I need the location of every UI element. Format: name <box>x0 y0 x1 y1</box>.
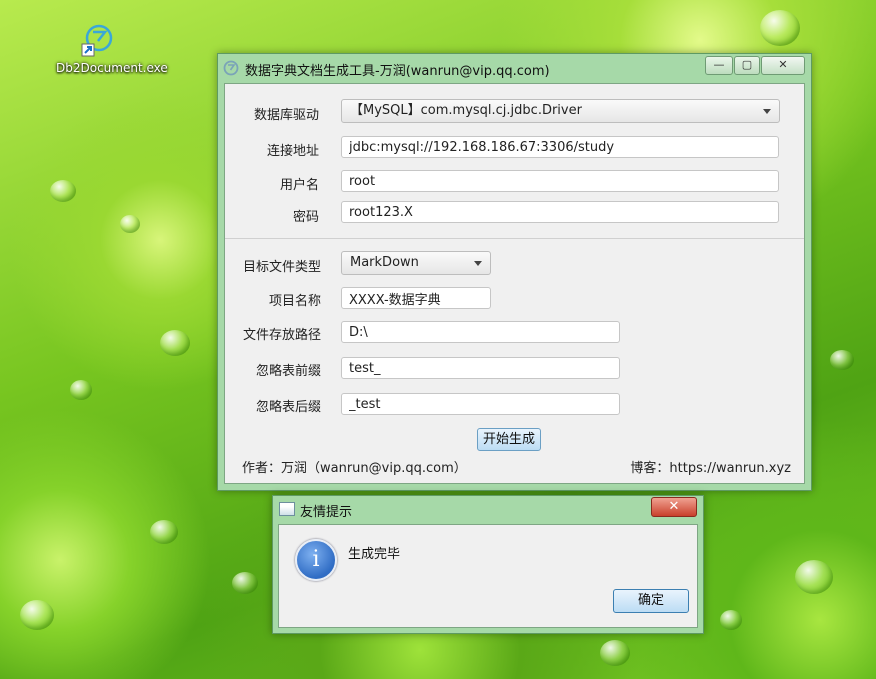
file-type-select[interactable]: MarkDown <box>341 251 491 275</box>
username-label: 用户名 <box>279 178 319 193</box>
window-title: 数据字典文档生成工具-万润(wanrun@vip.qq.com) <box>245 64 550 79</box>
info-icon: i <box>295 539 337 581</box>
ignore-prefix-input[interactable] <box>341 357 620 379</box>
password-input[interactable] <box>341 201 779 223</box>
password-label: 密码 <box>292 210 319 225</box>
chevron-down-icon <box>763 109 771 114</box>
ignore-suffix-label: 忽略表后缀 <box>255 400 321 415</box>
save-path-label: 文件存放路径 <box>242 328 321 343</box>
form-panel: 数据库驱动 【MySQL】com.mysql.cj.jdbc.Driver 连接… <box>224 83 805 484</box>
water-drop <box>20 600 54 630</box>
chevron-down-icon <box>474 261 482 266</box>
main-window: 数据字典文档生成工具-万润(wanrun@vip.qq.com) — ▢ ✕ 数… <box>217 53 812 491</box>
desktop-shortcut[interactable]: Db2Document.exe <box>56 24 168 76</box>
water-drop <box>760 10 800 46</box>
db-driver-value: 【MySQL】com.mysql.cj.jdbc.Driver <box>350 103 582 118</box>
water-drop <box>232 572 258 594</box>
dialog-close-button[interactable]: ✕ <box>651 497 697 517</box>
dialog-body: i 生成完毕 确定 <box>278 524 698 628</box>
app-icon <box>223 60 239 76</box>
title-bar[interactable]: 数据字典文档生成工具-万润(wanrun@vip.qq.com) — ▢ ✕ <box>218 54 811 82</box>
maximize-icon: ▢ <box>741 58 753 71</box>
dialog-title-bar[interactable]: 友情提示 ✕ <box>273 496 703 522</box>
project-name-label: 项目名称 <box>268 294 321 309</box>
shortcut-label: Db2Document.exe <box>56 61 168 75</box>
close-button[interactable]: ✕ <box>761 56 805 75</box>
username-input[interactable] <box>341 170 779 192</box>
water-drop <box>120 215 140 233</box>
db-driver-label: 数据库驱动 <box>253 108 319 123</box>
file-type-value: MarkDown <box>350 255 419 270</box>
dialog-message: 生成完毕 <box>348 547 401 562</box>
app-shortcut-icon <box>79 24 113 58</box>
project-name-input[interactable] <box>341 287 491 309</box>
url-input[interactable] <box>341 136 779 158</box>
water-drop <box>160 330 190 356</box>
water-drop <box>720 610 742 630</box>
file-type-label: 目标文件类型 <box>242 260 321 275</box>
water-drop <box>795 560 833 594</box>
ok-button[interactable]: 确定 <box>613 589 689 613</box>
water-drop <box>150 520 178 544</box>
window-icon <box>279 502 295 516</box>
author-text: 作者：万润（wanrun@vip.qq.com） <box>242 461 467 476</box>
water-drop <box>70 380 92 400</box>
message-dialog: 友情提示 ✕ i 生成完毕 确定 <box>272 495 704 634</box>
minimize-icon: — <box>713 58 725 71</box>
url-label: 连接地址 <box>266 144 319 159</box>
ignore-prefix-label: 忽略表前缀 <box>255 364 321 379</box>
water-drop <box>600 640 630 666</box>
minimize-button[interactable]: — <box>705 56 733 75</box>
close-icon: ✕ <box>668 499 680 514</box>
blog-text: 博客：https://wanrun.xyz <box>630 461 791 476</box>
maximize-button[interactable]: ▢ <box>734 56 760 75</box>
save-path-input[interactable] <box>341 321 620 343</box>
dialog-title: 友情提示 <box>300 505 353 520</box>
water-drop <box>830 350 854 370</box>
ignore-suffix-input[interactable] <box>341 393 620 415</box>
generate-button[interactable]: 开始生成 <box>477 428 541 451</box>
section-divider <box>225 238 804 239</box>
db-driver-select[interactable]: 【MySQL】com.mysql.cj.jdbc.Driver <box>341 99 780 123</box>
water-drop <box>50 180 76 202</box>
close-icon: ✕ <box>778 58 788 71</box>
